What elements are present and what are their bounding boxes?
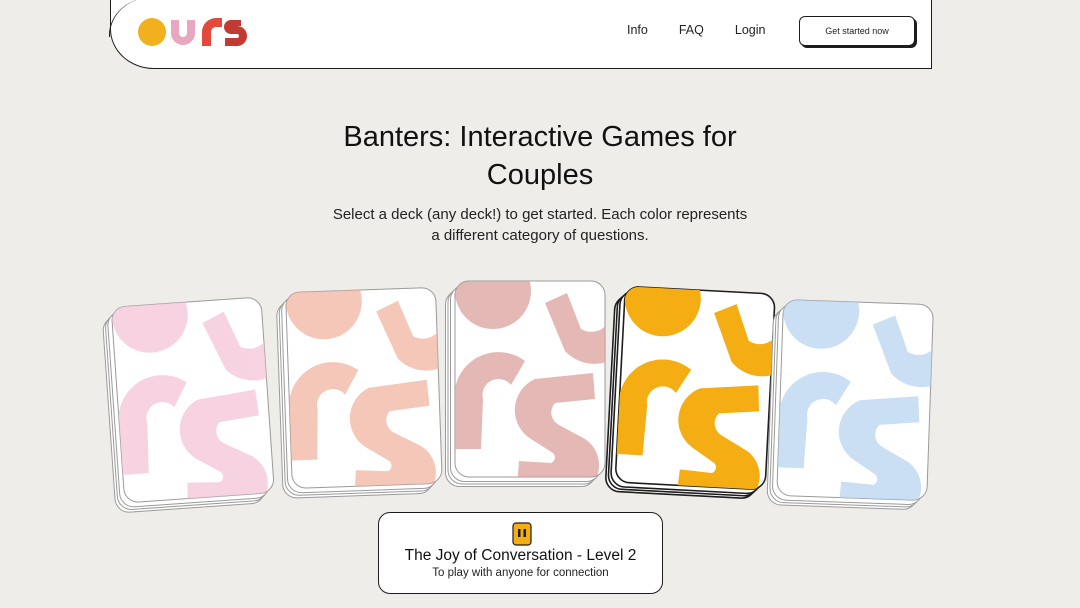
title-line-2: Couples bbox=[486, 159, 594, 191]
deck-card-yellow[interactable] bbox=[605, 284, 780, 499]
nav-link-faq[interactable]: FAQ bbox=[679, 23, 704, 37]
navbar: Info FAQ Login Get started now bbox=[109, 0, 932, 69]
nav-links: Info FAQ Login bbox=[627, 23, 796, 37]
deck-card-blue[interactable] bbox=[766, 297, 937, 510]
nav-link-login[interactable]: Login bbox=[735, 23, 766, 37]
deck-icon bbox=[512, 522, 532, 546]
deck-title: The Joy of Conversation - Level 2 bbox=[404, 547, 637, 564]
deck-card-pink[interactable] bbox=[102, 295, 279, 513]
subtitle-line-1: Select a deck (any deck!) to get started… bbox=[332, 206, 748, 223]
title-line-1: Banters: Interactive Games for bbox=[343, 121, 737, 153]
logo-pattern-shape bbox=[455, 281, 531, 329]
get-started-button[interactable]: Get started now bbox=[799, 16, 915, 46]
page-title: Banters: Interactive Games for Couples bbox=[0, 118, 1080, 194]
deck-description: To play with anyone for connection bbox=[432, 567, 609, 579]
nav-link-info[interactable]: Info bbox=[627, 23, 648, 37]
deck-card-peach[interactable] bbox=[276, 285, 446, 499]
page-subtitle: Select a deck (any deck!) to get started… bbox=[0, 204, 1080, 246]
deck-info-card[interactable]: The Joy of Conversation - Level 2 To pla… bbox=[378, 512, 663, 594]
ours-logo[interactable] bbox=[135, 12, 275, 52]
deck-card-rose[interactable] bbox=[445, 279, 609, 487]
subtitle-line-2: a different category of questions. bbox=[431, 227, 649, 244]
